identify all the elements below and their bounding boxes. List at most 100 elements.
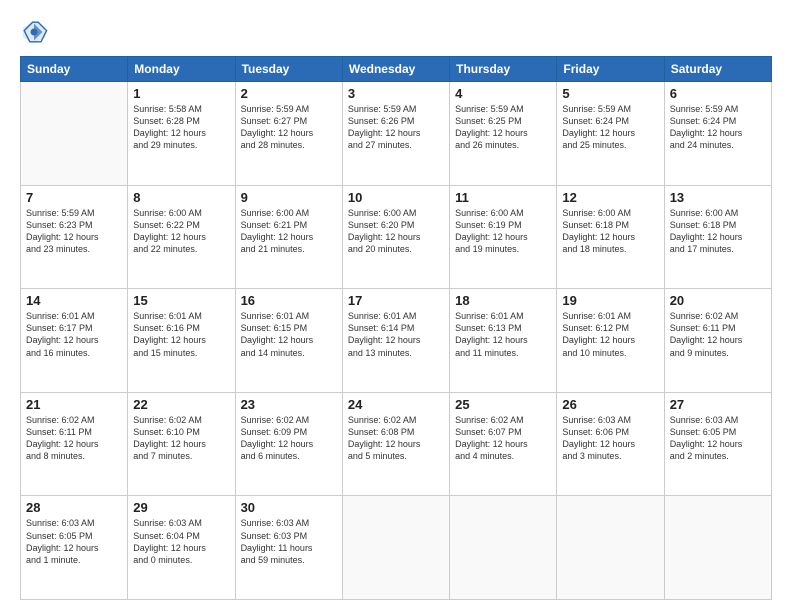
day-info: Sunrise: 5:58 AM Sunset: 6:28 PM Dayligh…	[133, 103, 229, 152]
calendar-week-1: 1 Sunrise: 5:58 AM Sunset: 6:28 PM Daylig…	[21, 82, 772, 186]
weekday-header-monday: Monday	[128, 57, 235, 82]
day-number: 2	[241, 86, 337, 101]
calendar-cell: 4 Sunrise: 5:59 AM Sunset: 6:25 PM Daylig…	[450, 82, 557, 186]
calendar-cell: 20Sunrise: 6:02 AM Sunset: 6:11 PM Dayli…	[664, 289, 771, 393]
day-number: 7	[26, 190, 122, 205]
calendar-cell	[450, 496, 557, 600]
calendar-cell: 24 Sunrise: 6:02 AM Sunset: 6:08 PM Dayli…	[342, 392, 449, 496]
logo	[20, 18, 52, 46]
calendar-cell: 22Sunrise: 6:02 AM Sunset: 6:10 PM Dayli…	[128, 392, 235, 496]
calendar-cell: 14Sunrise: 6:01 AM Sunset: 6:17 PM Dayli…	[21, 289, 128, 393]
calendar-cell	[21, 82, 128, 186]
page: SundayMondayTuesdayWednesdayThursdayFrid…	[0, 0, 792, 612]
day-number: 22	[133, 397, 229, 412]
day-number: 14	[26, 293, 122, 308]
day-number: 3	[348, 86, 444, 101]
calendar-cell: 2 Sunrise: 5:59 AM Sunset: 6:27 PM Daylig…	[235, 82, 342, 186]
day-info: Sunrise: 6:03 AM Sunset: 6:03 PM Dayligh…	[241, 517, 337, 566]
day-number: 26	[562, 397, 658, 412]
day-number: 6	[670, 86, 766, 101]
day-info: Sunrise: 5:59 AM Sunset: 6:24 PM Dayligh…	[670, 103, 766, 152]
day-number: 5	[562, 86, 658, 101]
day-info: Sunrise: 5:59 AM Sunset: 6:23 PM Dayligh…	[26, 207, 122, 256]
day-number: 17	[348, 293, 444, 308]
day-number: 16	[241, 293, 337, 308]
calendar-cell: 29 Sunrise: 6:03 AM Sunset: 6:04 PM Dayli…	[128, 496, 235, 600]
calendar-cell: 3 Sunrise: 5:59 AM Sunset: 6:26 PM Daylig…	[342, 82, 449, 186]
calendar-cell: 18 Sunrise: 6:01 AM Sunset: 6:13 PM Dayli…	[450, 289, 557, 393]
calendar-cell: 11 Sunrise: 6:00 AM Sunset: 6:19 PM Dayli…	[450, 185, 557, 289]
calendar-week-4: 21Sunrise: 6:02 AM Sunset: 6:11 PM Dayli…	[21, 392, 772, 496]
day-number: 24	[348, 397, 444, 412]
weekday-header-sunday: Sunday	[21, 57, 128, 82]
logo-icon	[20, 18, 48, 46]
day-info: Sunrise: 6:00 AM Sunset: 6:22 PM Dayligh…	[133, 207, 229, 256]
day-info: Sunrise: 6:01 AM Sunset: 6:14 PM Dayligh…	[348, 310, 444, 359]
weekday-header-friday: Friday	[557, 57, 664, 82]
calendar-cell: 15 Sunrise: 6:01 AM Sunset: 6:16 PM Dayli…	[128, 289, 235, 393]
calendar-cell: 26 Sunrise: 6:03 AM Sunset: 6:06 PM Dayli…	[557, 392, 664, 496]
weekday-header-thursday: Thursday	[450, 57, 557, 82]
day-info: Sunrise: 6:00 AM Sunset: 6:18 PM Dayligh…	[670, 207, 766, 256]
calendar-cell: 17 Sunrise: 6:01 AM Sunset: 6:14 PM Dayli…	[342, 289, 449, 393]
calendar-cell: 23 Sunrise: 6:02 AM Sunset: 6:09 PM Dayli…	[235, 392, 342, 496]
day-number: 15	[133, 293, 229, 308]
day-info: Sunrise: 6:01 AM Sunset: 6:15 PM Dayligh…	[241, 310, 337, 359]
day-number: 21	[26, 397, 122, 412]
day-info: Sunrise: 6:00 AM Sunset: 6:21 PM Dayligh…	[241, 207, 337, 256]
day-number: 12	[562, 190, 658, 205]
day-number: 23	[241, 397, 337, 412]
calendar-week-2: 7 Sunrise: 5:59 AM Sunset: 6:23 PM Daylig…	[21, 185, 772, 289]
calendar-cell: 27 Sunrise: 6:03 AM Sunset: 6:05 PM Dayli…	[664, 392, 771, 496]
calendar-cell: 1 Sunrise: 5:58 AM Sunset: 6:28 PM Daylig…	[128, 82, 235, 186]
weekday-header-wednesday: Wednesday	[342, 57, 449, 82]
day-info: Sunrise: 6:00 AM Sunset: 6:19 PM Dayligh…	[455, 207, 551, 256]
day-number: 18	[455, 293, 551, 308]
calendar-cell: 9 Sunrise: 6:00 AM Sunset: 6:21 PM Daylig…	[235, 185, 342, 289]
weekday-header-tuesday: Tuesday	[235, 57, 342, 82]
day-info: Sunrise: 6:03 AM Sunset: 6:05 PM Dayligh…	[670, 414, 766, 463]
weekday-header-saturday: Saturday	[664, 57, 771, 82]
day-info: Sunrise: 6:02 AM Sunset: 6:07 PM Dayligh…	[455, 414, 551, 463]
day-info: Sunrise: 6:01 AM Sunset: 6:12 PM Dayligh…	[562, 310, 658, 359]
day-number: 20	[670, 293, 766, 308]
day-info: Sunrise: 6:01 AM Sunset: 6:16 PM Dayligh…	[133, 310, 229, 359]
calendar-cell: 21Sunrise: 6:02 AM Sunset: 6:11 PM Dayli…	[21, 392, 128, 496]
header	[20, 18, 772, 46]
day-info: Sunrise: 5:59 AM Sunset: 6:25 PM Dayligh…	[455, 103, 551, 152]
calendar-cell: 19 Sunrise: 6:01 AM Sunset: 6:12 PM Dayli…	[557, 289, 664, 393]
calendar-table: SundayMondayTuesdayWednesdayThursdayFrid…	[20, 56, 772, 600]
day-number: 9	[241, 190, 337, 205]
calendar-cell: 10 Sunrise: 6:00 AM Sunset: 6:20 PM Dayli…	[342, 185, 449, 289]
day-info: Sunrise: 6:02 AM Sunset: 6:09 PM Dayligh…	[241, 414, 337, 463]
day-number: 11	[455, 190, 551, 205]
day-number: 27	[670, 397, 766, 412]
day-info: Sunrise: 6:01 AM Sunset: 6:13 PM Dayligh…	[455, 310, 551, 359]
calendar-week-5: 28 Sunrise: 6:03 AM Sunset: 6:05 PM Dayli…	[21, 496, 772, 600]
day-number: 28	[26, 500, 122, 515]
day-number: 1	[133, 86, 229, 101]
day-info: Sunrise: 5:59 AM Sunset: 6:27 PM Dayligh…	[241, 103, 337, 152]
calendar-cell: 5 Sunrise: 5:59 AM Sunset: 6:24 PM Daylig…	[557, 82, 664, 186]
day-info: Sunrise: 6:03 AM Sunset: 6:05 PM Dayligh…	[26, 517, 122, 566]
calendar-cell	[342, 496, 449, 600]
day-number: 4	[455, 86, 551, 101]
day-info: Sunrise: 5:59 AM Sunset: 6:26 PM Dayligh…	[348, 103, 444, 152]
calendar-cell: 12Sunrise: 6:00 AM Sunset: 6:18 PM Dayli…	[557, 185, 664, 289]
day-number: 8	[133, 190, 229, 205]
day-info: Sunrise: 5:59 AM Sunset: 6:24 PM Dayligh…	[562, 103, 658, 152]
day-info: Sunrise: 6:00 AM Sunset: 6:20 PM Dayligh…	[348, 207, 444, 256]
day-number: 29	[133, 500, 229, 515]
calendar-cell: 6 Sunrise: 5:59 AM Sunset: 6:24 PM Daylig…	[664, 82, 771, 186]
day-info: Sunrise: 6:02 AM Sunset: 6:08 PM Dayligh…	[348, 414, 444, 463]
calendar-cell: 8 Sunrise: 6:00 AM Sunset: 6:22 PM Daylig…	[128, 185, 235, 289]
day-number: 13	[670, 190, 766, 205]
day-number: 19	[562, 293, 658, 308]
day-info: Sunrise: 6:03 AM Sunset: 6:06 PM Dayligh…	[562, 414, 658, 463]
calendar-cell: 7 Sunrise: 5:59 AM Sunset: 6:23 PM Daylig…	[21, 185, 128, 289]
calendar-cell: 13 Sunrise: 6:00 AM Sunset: 6:18 PM Dayli…	[664, 185, 771, 289]
day-info: Sunrise: 6:03 AM Sunset: 6:04 PM Dayligh…	[133, 517, 229, 566]
calendar-cell: 16 Sunrise: 6:01 AM Sunset: 6:15 PM Dayli…	[235, 289, 342, 393]
calendar-cell	[664, 496, 771, 600]
day-number: 10	[348, 190, 444, 205]
